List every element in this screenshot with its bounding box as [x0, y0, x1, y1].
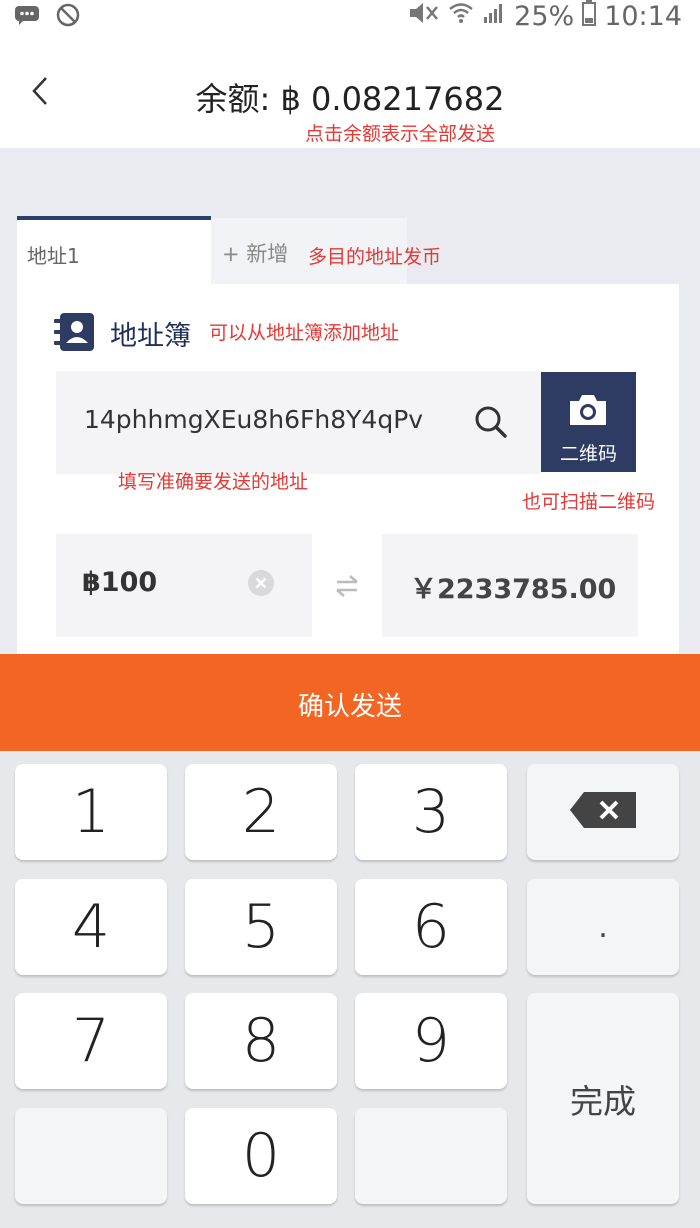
- btc-amount-value[interactable]: ฿100: [82, 567, 157, 598]
- signal-icon: [482, 1, 506, 31]
- camera-icon: [567, 392, 609, 428]
- address-book-button[interactable]: 地址簿: [110, 314, 191, 353]
- mute-icon: [406, 1, 440, 31]
- key-1[interactable]: 1: [15, 764, 167, 860]
- clear-icon[interactable]: [248, 570, 274, 596]
- blank-key-left: [15, 1108, 167, 1204]
- key-5[interactable]: 5: [185, 879, 337, 975]
- status-right: 25% 10:14: [406, 0, 682, 32]
- message-icon: [14, 3, 40, 34]
- numeric-keypad: 1 2 3 4 5 6 . 7 8 9 完成 0: [0, 751, 700, 1228]
- balance-button[interactable]: 余额: ฿ 0.08217682: [0, 74, 700, 120]
- key-8[interactable]: 8: [185, 993, 337, 1089]
- decimal-key[interactable]: .: [527, 879, 679, 975]
- status-left-icons: [14, 3, 80, 34]
- sync-off-icon: [56, 3, 80, 34]
- address-annotation: 填写准确要发送的地址: [118, 471, 309, 493]
- tabs-annotation: 多目的地址发币: [308, 246, 442, 268]
- address-book-annotation: 可以从地址簿添加地址: [209, 322, 400, 344]
- swap-icon[interactable]: [335, 574, 359, 598]
- battery-percent: 25%: [514, 0, 575, 32]
- tab-address-1-label: 地址1: [27, 244, 80, 268]
- key-7[interactable]: 7: [15, 993, 167, 1089]
- backspace-icon: [570, 792, 636, 832]
- key-6[interactable]: 6: [355, 879, 507, 975]
- status-bar: 25% 10:14: [0, 0, 700, 36]
- key-4[interactable]: 4: [15, 879, 167, 975]
- address-input-value[interactable]: 14phhmgXEu8h6Fh8Y4qPv: [84, 405, 436, 434]
- search-icon[interactable]: [474, 405, 508, 439]
- tab-address-1[interactable]: 地址1: [17, 216, 211, 284]
- scan-qr-label: 二维码: [559, 443, 617, 465]
- clock: 10:14: [604, 0, 682, 32]
- address-book-icon[interactable]: [54, 312, 96, 352]
- tab-add-new-label: + 新增: [222, 242, 289, 266]
- key-3[interactable]: 3: [355, 764, 507, 860]
- cny-amount-value[interactable]: ￥2233785.00: [410, 567, 616, 606]
- key-0[interactable]: 0: [185, 1108, 337, 1204]
- battery-icon: [582, 0, 597, 32]
- blank-key-right: [355, 1108, 507, 1204]
- key-2[interactable]: 2: [185, 764, 337, 860]
- wifi-icon: [448, 1, 474, 31]
- qr-annotation: 也可扫描二维码: [522, 491, 656, 513]
- confirm-send-label: 确认发送: [297, 692, 402, 722]
- key-9[interactable]: 9: [355, 993, 507, 1089]
- balance-annotation: 点击余额表示全部发送: [305, 123, 496, 145]
- backspace-key[interactable]: [527, 764, 679, 860]
- done-key[interactable]: 完成: [527, 993, 679, 1204]
